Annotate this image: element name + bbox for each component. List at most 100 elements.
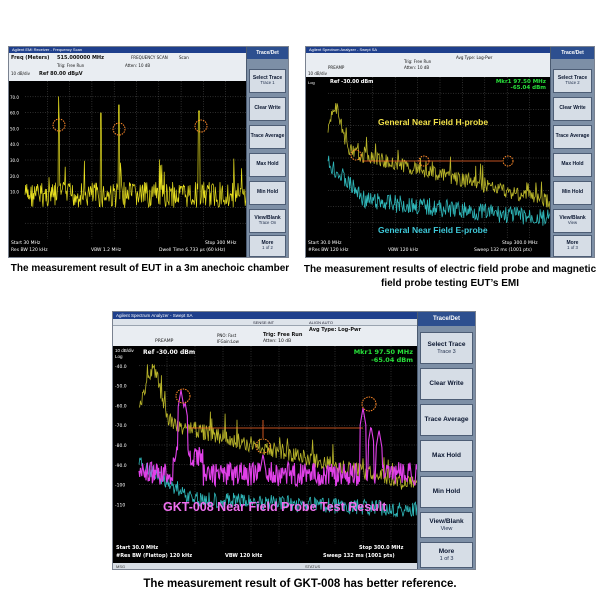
more-button[interactable]: More 1 of 2 bbox=[249, 235, 286, 257]
pno-status: PNO: Fast bbox=[217, 333, 237, 338]
spectrum-trace-svg bbox=[327, 77, 552, 239]
min-hold-button[interactable]: Min Hold bbox=[249, 181, 286, 205]
peak-highlight-circle bbox=[255, 438, 271, 454]
trace-e-probe bbox=[327, 155, 552, 228]
marker-readout: Mkr1 97.50 MHz -65.04 dBm bbox=[496, 79, 546, 91]
clear-write-button[interactable]: Clear Write bbox=[420, 368, 473, 400]
y-tick-label: -40.0 bbox=[115, 364, 127, 370]
softkey-panel: Trace/Det Select Trace Trace 1 Clear Writ… bbox=[246, 47, 288, 257]
trig-status: Trig: Free Run bbox=[263, 332, 303, 338]
trig-status: Trig: Free Run bbox=[57, 63, 85, 68]
clear-write-button[interactable]: Clear Write bbox=[553, 97, 592, 121]
more-button[interactable]: More 1 of 3 bbox=[553, 235, 592, 257]
y-tick-label: 20.0 bbox=[10, 174, 19, 179]
peak-highlight-circle bbox=[502, 155, 514, 167]
res-bw: Res BW 120 kHz bbox=[11, 248, 48, 253]
near-field-probe-screenshot: Agilent Spectrum Analyzer - Swept SA Avg… bbox=[305, 46, 595, 258]
view-blank-button[interactable]: View/Blank Trace On bbox=[249, 209, 286, 233]
softkey-panel: Trace/Det Select Trace Trace 3 Clear Writ… bbox=[417, 312, 475, 569]
softkey-panel: Trace/Det Select Trace Trace 2 Clear Writ… bbox=[550, 47, 594, 257]
trace-average-button[interactable]: Trace Average bbox=[249, 125, 286, 149]
min-hold-button[interactable]: Min Hold bbox=[553, 181, 592, 205]
y-tick-label: 70.0 bbox=[10, 95, 19, 100]
vbw: VBW 120 kHz bbox=[225, 553, 263, 559]
y-tick-label: -110 bbox=[115, 502, 125, 508]
spectrum-plot: Ref -30.00 dBm Log Mkr1 97.50 MHz -65.04… bbox=[306, 77, 552, 239]
avg-type: Avg Type: Log-Pwr bbox=[309, 327, 362, 333]
peak-highlight-circle bbox=[361, 396, 377, 412]
scale-label: 10 dB/div bbox=[11, 71, 31, 76]
gkt-008-screenshot: Agilent Spectrum Analyzer - Swept SA SEN… bbox=[112, 311, 476, 570]
start-freq: Start 30.0 MHz bbox=[116, 545, 159, 551]
spectrum-plot: 70.0 60.0 50.0 40.0 30.0 20.0 10.0 bbox=[9, 81, 248, 239]
res-bw: #Res BW 120 kHz bbox=[308, 248, 349, 253]
max-hold-button[interactable]: Max Hold bbox=[553, 153, 592, 177]
gkt-008-result-label: GKT-008 Near Field Probe Test Result bbox=[163, 500, 387, 514]
preamp-label: PREAMP bbox=[155, 339, 174, 344]
log-label: Log bbox=[308, 80, 315, 85]
max-hold-button[interactable]: Max Hold bbox=[249, 153, 286, 177]
ifgain-status: IFGain:Low bbox=[217, 339, 239, 344]
ref-level: Ref -30.00 dBm bbox=[143, 349, 196, 356]
stop-freq: Stop 300.0 MHz bbox=[359, 545, 404, 551]
atten-status: Atten: 10 dB bbox=[125, 63, 151, 68]
atten-status: Atten: 10 dB bbox=[263, 339, 292, 344]
caption-anechoic: The measurement result of EUT in a 3m an… bbox=[10, 263, 290, 274]
y-tick-label: 10.0 bbox=[10, 190, 19, 195]
select-trace-button[interactable]: Select Trace Trace 3 bbox=[420, 332, 473, 364]
y-tick-label: 40.0 bbox=[10, 142, 19, 147]
stop-freq: Stop 300.0 MHz bbox=[502, 241, 538, 246]
sense-status: SENSE:INT bbox=[253, 320, 275, 325]
y-tick-label: -60.0 bbox=[115, 403, 127, 409]
scale-label: 10 dB/div bbox=[308, 71, 328, 76]
softkey-menu-title: Trace/Det bbox=[551, 47, 594, 59]
more-button[interactable]: More 1 of 3 bbox=[420, 542, 473, 568]
ref-level: Ref 80.00 dBµV bbox=[39, 71, 83, 77]
sweep-info-bar: Start 30 MHz Stop 300 MHz Res BW 120 kHz… bbox=[9, 239, 248, 257]
msg-label: MSG bbox=[116, 564, 126, 569]
view-blank-button[interactable]: View/Blank View bbox=[420, 512, 473, 538]
dwell-time: Dwell Time 6.733 µs (60 kHz) bbox=[159, 248, 226, 253]
start-freq: Start 30 MHz bbox=[11, 241, 41, 246]
ref-level: Ref -30.00 dBm bbox=[330, 79, 374, 85]
marker-readout: Mkr1 97.50 MHz -65.04 dBm bbox=[354, 348, 413, 364]
marker-frequency: Mkr1 97.50 MHz bbox=[353, 348, 413, 356]
scan-mode: FREQUENCY SCAN bbox=[131, 55, 168, 60]
spectrum-trace-svg: 70.0 60.0 50.0 40.0 30.0 20.0 10.0 bbox=[10, 81, 248, 239]
sweep-time: Sweep 132 ms (1001 pts) bbox=[474, 248, 532, 253]
min-hold-button[interactable]: Min Hold bbox=[420, 476, 473, 508]
sweep-time: Sweep 132 ms (1001 pts) bbox=[323, 553, 395, 559]
align-status: ALIGN AUTO bbox=[309, 320, 333, 325]
res-bw: #Res BW (Flattop) 120 kHz bbox=[116, 553, 193, 559]
clear-write-button[interactable]: Clear Write bbox=[249, 97, 286, 121]
view-blank-button[interactable]: View/Blank View bbox=[553, 209, 592, 233]
stop-freq: Stop 300 MHz bbox=[205, 241, 237, 246]
status-label: STATUS bbox=[305, 564, 321, 569]
scale-label: 10 dB/div bbox=[115, 348, 134, 353]
settings-panel: Avg Type: Log-Pwr PNO: Fast IFGain:Low T… bbox=[113, 326, 419, 346]
select-trace-button[interactable]: Select Trace Trace 2 bbox=[553, 69, 592, 93]
y-tick-label: -50.0 bbox=[115, 384, 127, 390]
y-tick-label: -90.0 bbox=[115, 463, 127, 469]
settings-panel: Avg Type: Log-Pwr PREAMP Trig: Free Run … bbox=[306, 53, 552, 77]
scan-label: Scan bbox=[179, 55, 189, 60]
marker-level: -65.04 dBm bbox=[371, 356, 413, 364]
status-row: SENSE:INT ALIGN AUTO bbox=[113, 319, 419, 326]
y-tick-label: 60.0 bbox=[10, 111, 19, 116]
select-trace-button[interactable]: Select Trace Trace 1 bbox=[249, 69, 286, 93]
trace-average-button[interactable]: Trace Average bbox=[420, 404, 473, 436]
trace-average-button[interactable]: Trace Average bbox=[553, 125, 592, 149]
start-freq: Start 30.0 MHz bbox=[308, 241, 342, 246]
atten-status: Atten: 10 dB bbox=[404, 65, 430, 70]
caption-gkt-008: The measurement result of GKT-008 has be… bbox=[143, 578, 457, 590]
e-probe-label: General Near Field E-probe bbox=[378, 225, 488, 235]
softkey-menu-title: Trace/Det bbox=[418, 312, 475, 326]
freq-value[interactable]: 515.000000 MHz bbox=[57, 55, 104, 61]
freq-label[interactable]: Freq (Meters) bbox=[11, 55, 49, 61]
max-hold-button[interactable]: Max Hold bbox=[420, 440, 473, 472]
y-tick-label: -80.0 bbox=[115, 443, 127, 449]
message-bar: MSG STATUS bbox=[113, 563, 419, 569]
y-tick-label: 30.0 bbox=[10, 158, 19, 163]
h-probe-label: General Near Field H-probe bbox=[378, 117, 489, 127]
trig-status: Trig: Free Run bbox=[404, 59, 432, 64]
